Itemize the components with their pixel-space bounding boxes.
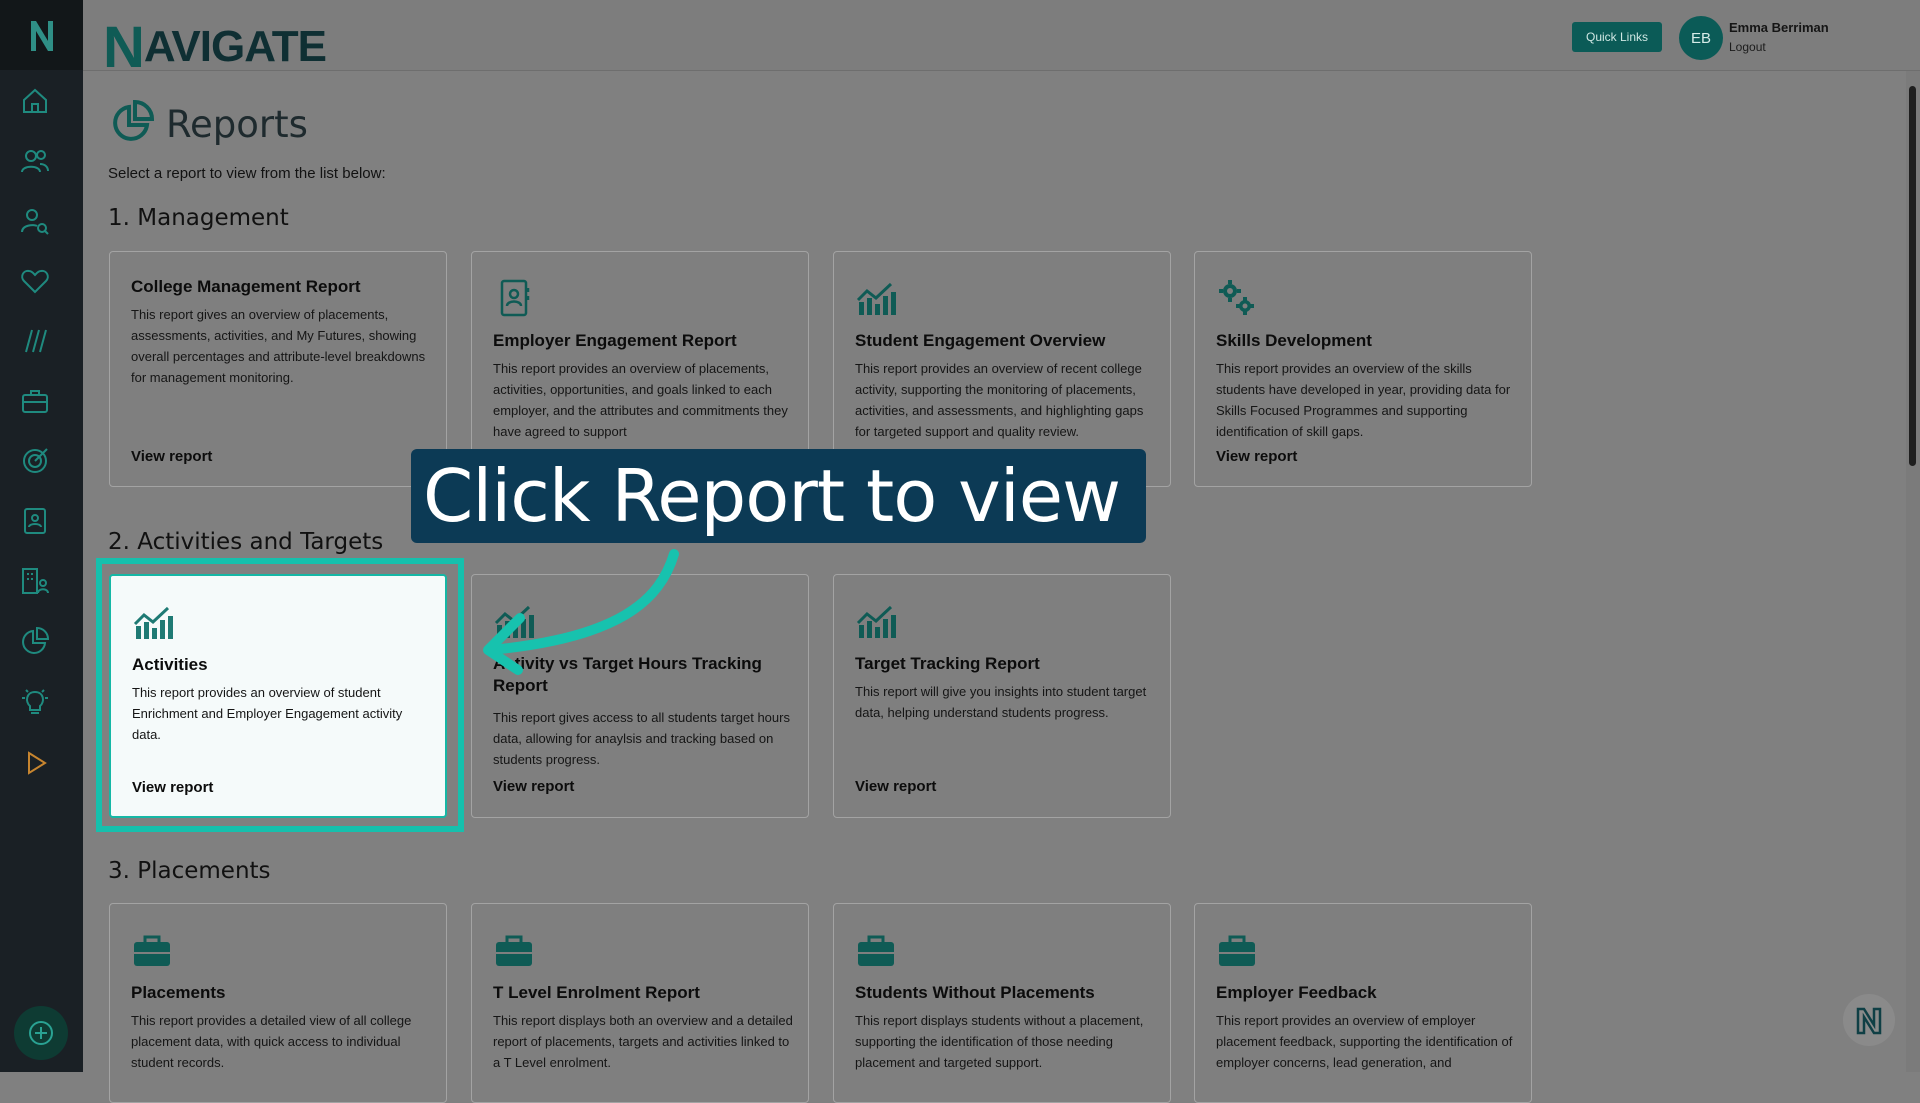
card-description: This report provides an overview of empl… <box>1216 1013 1513 1070</box>
card-description: This report gives access to all students… <box>493 710 790 767</box>
users-icon[interactable] <box>17 143 53 179</box>
quick-links-button[interactable]: Quick Links <box>1572 22 1662 52</box>
highlight-frame <box>96 558 464 832</box>
page-subtitle: Select a report to view from the list be… <box>108 165 386 182</box>
briefcase-icon <box>855 930 897 970</box>
card-description: This report provides an overview of plac… <box>493 361 788 439</box>
home-icon[interactable] <box>17 83 53 119</box>
card-description: This report will give you insights into … <box>855 684 1147 720</box>
gears-icon <box>1216 278 1258 318</box>
card-title: College Management Report <box>131 277 361 296</box>
briefcase-icon <box>131 930 173 970</box>
report-card-t-level-enrolment[interactable]: T Level Enrolment Report This report dis… <box>471 903 809 1103</box>
logout-link[interactable]: Logout <box>1729 40 1766 54</box>
card-title: Placements <box>131 983 226 1002</box>
view-report-link[interactable]: View report <box>855 778 936 795</box>
heart-icon[interactable] <box>17 263 53 299</box>
avatar[interactable]: EB <box>1679 16 1723 60</box>
slashes-icon[interactable] <box>17 323 53 359</box>
card-title: Employer Engagement Report <box>493 331 737 350</box>
view-report-link[interactable]: View report <box>131 448 212 465</box>
page-header: Reports <box>110 99 308 149</box>
card-title: Student Engagement Overview <box>855 331 1106 350</box>
report-card-placements[interactable]: Placements This report provides a detail… <box>109 903 447 1103</box>
card-title: Skills Development <box>1216 331 1372 350</box>
logo-text: AVIGATE <box>143 22 327 71</box>
card-description: This report displays both an overview an… <box>493 1013 793 1070</box>
play-icon[interactable] <box>17 745 53 781</box>
user-search-icon[interactable] <box>17 203 53 239</box>
briefcase-icon[interactable] <box>17 383 53 419</box>
section-title-activities-targets: 2. Activities and Targets <box>108 529 384 555</box>
section-title-management: 1. Management <box>108 205 289 231</box>
chart-icon <box>855 601 897 641</box>
scrollbar[interactable] <box>1906 71 1920 1072</box>
report-card-college-management[interactable]: College Management Report This report gi… <box>109 251 447 487</box>
briefcase-icon <box>493 930 535 970</box>
reports-pie-icon <box>110 99 155 149</box>
briefcase-icon <box>1216 930 1258 970</box>
report-card-employer-feedback[interactable]: Employer Feedback This report provides a… <box>1194 903 1532 1103</box>
scrollbar-thumb[interactable] <box>1909 86 1916 466</box>
report-card-skills-development[interactable]: Skills Development This report provides … <box>1194 251 1532 487</box>
add-icon[interactable] <box>14 1006 68 1060</box>
chart-icon <box>855 278 897 318</box>
report-card-target-tracking[interactable]: Target Tracking Report This report will … <box>833 574 1171 818</box>
app-logo-icon[interactable] <box>0 0 83 70</box>
card-description: This report displays students without a … <box>855 1013 1144 1070</box>
contact-card-icon[interactable] <box>17 503 53 539</box>
card-title: T Level Enrolment Report <box>493 983 700 1002</box>
page-title: Reports <box>166 102 308 146</box>
card-description: This report provides an overview of the … <box>1216 361 1511 439</box>
card-description: This report provides a detailed view of … <box>131 1013 412 1070</box>
report-card-students-without-placements[interactable]: Students Without Placements This report … <box>833 903 1171 1103</box>
view-report-link[interactable]: View report <box>1216 448 1297 465</box>
contact-card-icon <box>493 278 535 318</box>
section-title-placements: 3. Placements <box>108 858 271 884</box>
pie-chart-icon[interactable] <box>17 623 53 659</box>
sidebar-rail <box>0 0 83 1072</box>
building-users-icon[interactable] <box>17 563 53 599</box>
card-title: Target Tracking Report <box>855 654 1040 673</box>
target-icon[interactable] <box>17 443 53 479</box>
card-title: Students Without Placements <box>855 983 1095 1002</box>
lightbulb-icon[interactable] <box>17 683 53 719</box>
view-report-link[interactable]: View report <box>493 778 574 795</box>
card-description: This report gives an overview of placeme… <box>131 307 426 385</box>
help-chat-icon[interactable] <box>1843 994 1895 1046</box>
pointer-arrow-icon <box>470 540 710 680</box>
card-title: Employer Feedback <box>1216 983 1377 1002</box>
user-name: Emma Berriman <box>1729 20 1829 35</box>
tutorial-callout: Click Report to view <box>411 449 1146 543</box>
top-header: NAVIGATE Quick Links EB Emma Berriman Lo… <box>83 0 1920 80</box>
navigate-logo[interactable]: NAVIGATE <box>103 8 327 80</box>
card-description: This report provides an overview of rece… <box>855 361 1144 439</box>
